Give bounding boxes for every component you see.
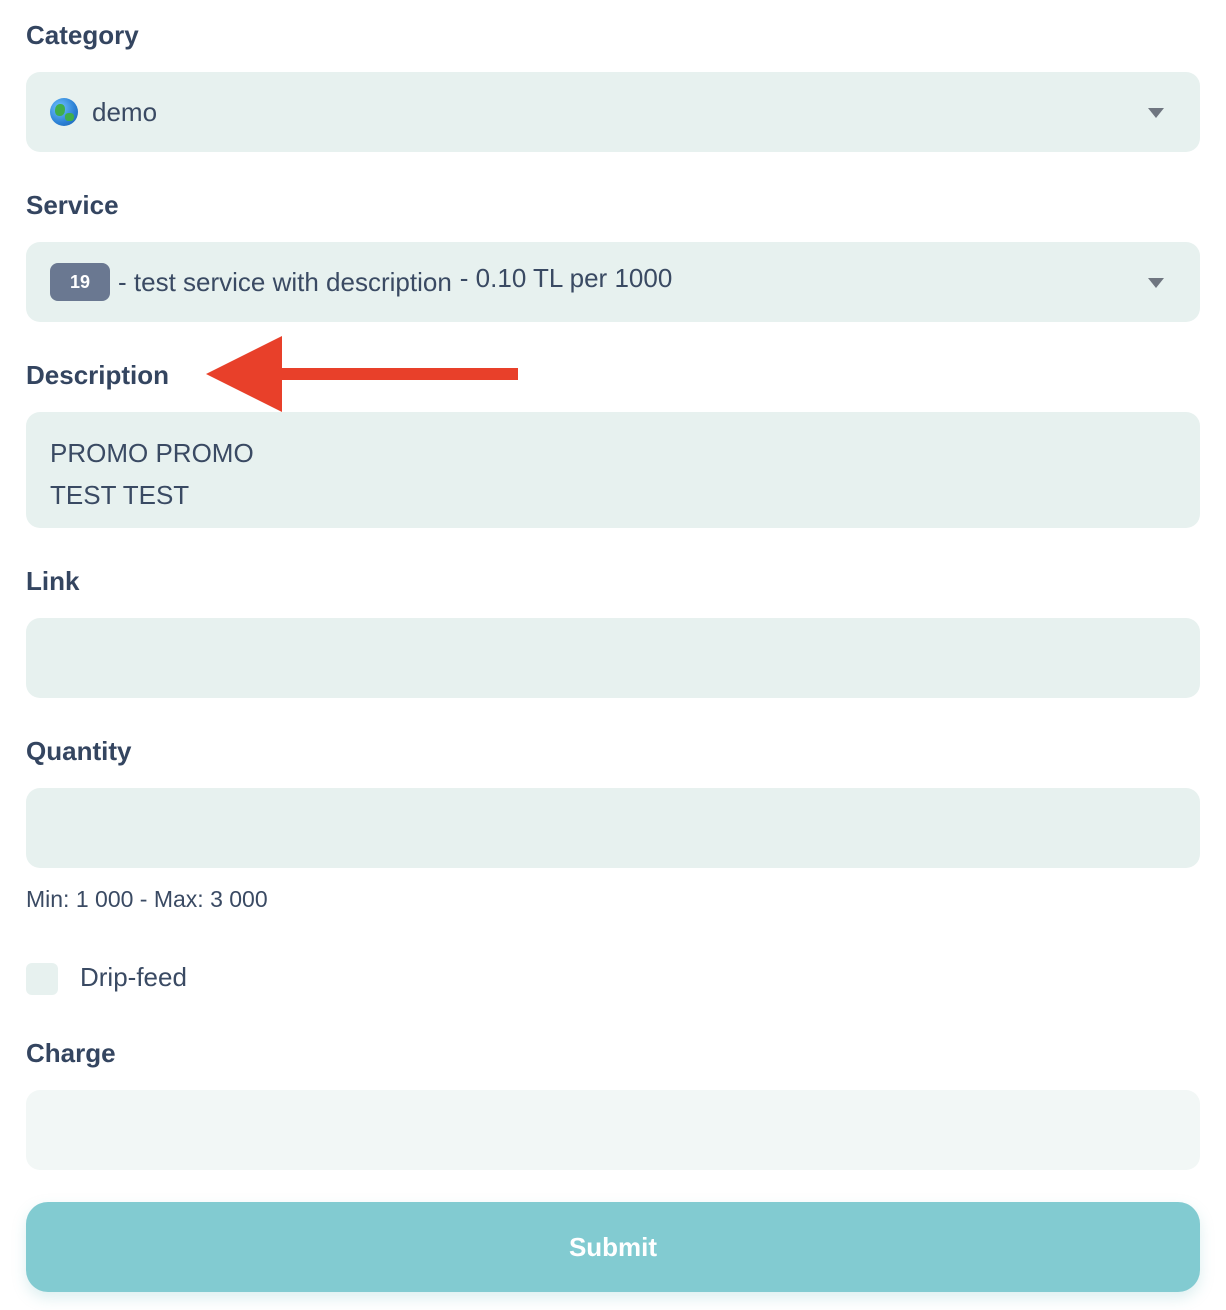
quantity-label: Quantity xyxy=(26,736,132,766)
globe-icon xyxy=(50,98,78,126)
service-price: - 0.10 TL per 1000 xyxy=(459,263,673,293)
drip-feed-label[interactable]: Drip-feed xyxy=(80,962,187,993)
charge-field xyxy=(26,1090,1200,1170)
category-label: Category xyxy=(26,20,139,50)
quantity-help-text: Min: 1 000 - Max: 3 000 xyxy=(26,886,268,912)
drip-feed-checkbox[interactable] xyxy=(26,963,58,995)
category-selected-value: demo xyxy=(92,97,158,127)
quantity-input[interactable] xyxy=(26,788,1200,868)
service-label: Service xyxy=(26,190,119,220)
chevron-down-icon xyxy=(1148,108,1164,118)
submit-button[interactable]: Submit xyxy=(26,1202,1200,1292)
description-line: TEST TEST xyxy=(50,480,190,510)
description-label: Description xyxy=(26,360,170,390)
link-input[interactable] xyxy=(26,618,1200,698)
service-name: - test service with description xyxy=(118,267,452,297)
description-box: PROMO PROMO TEST TEST xyxy=(26,412,1200,528)
service-id-badge: 19 xyxy=(50,263,110,301)
link-label: Link xyxy=(26,566,80,596)
category-select[interactable]: demo xyxy=(26,72,1200,152)
description-line: PROMO PROMO xyxy=(50,438,254,468)
annotation-arrow-icon xyxy=(206,336,518,412)
service-select[interactable]: 19 - test service with description - 0.1… xyxy=(26,242,1200,322)
chevron-down-icon xyxy=(1148,278,1164,288)
charge-label: Charge xyxy=(26,1038,116,1068)
